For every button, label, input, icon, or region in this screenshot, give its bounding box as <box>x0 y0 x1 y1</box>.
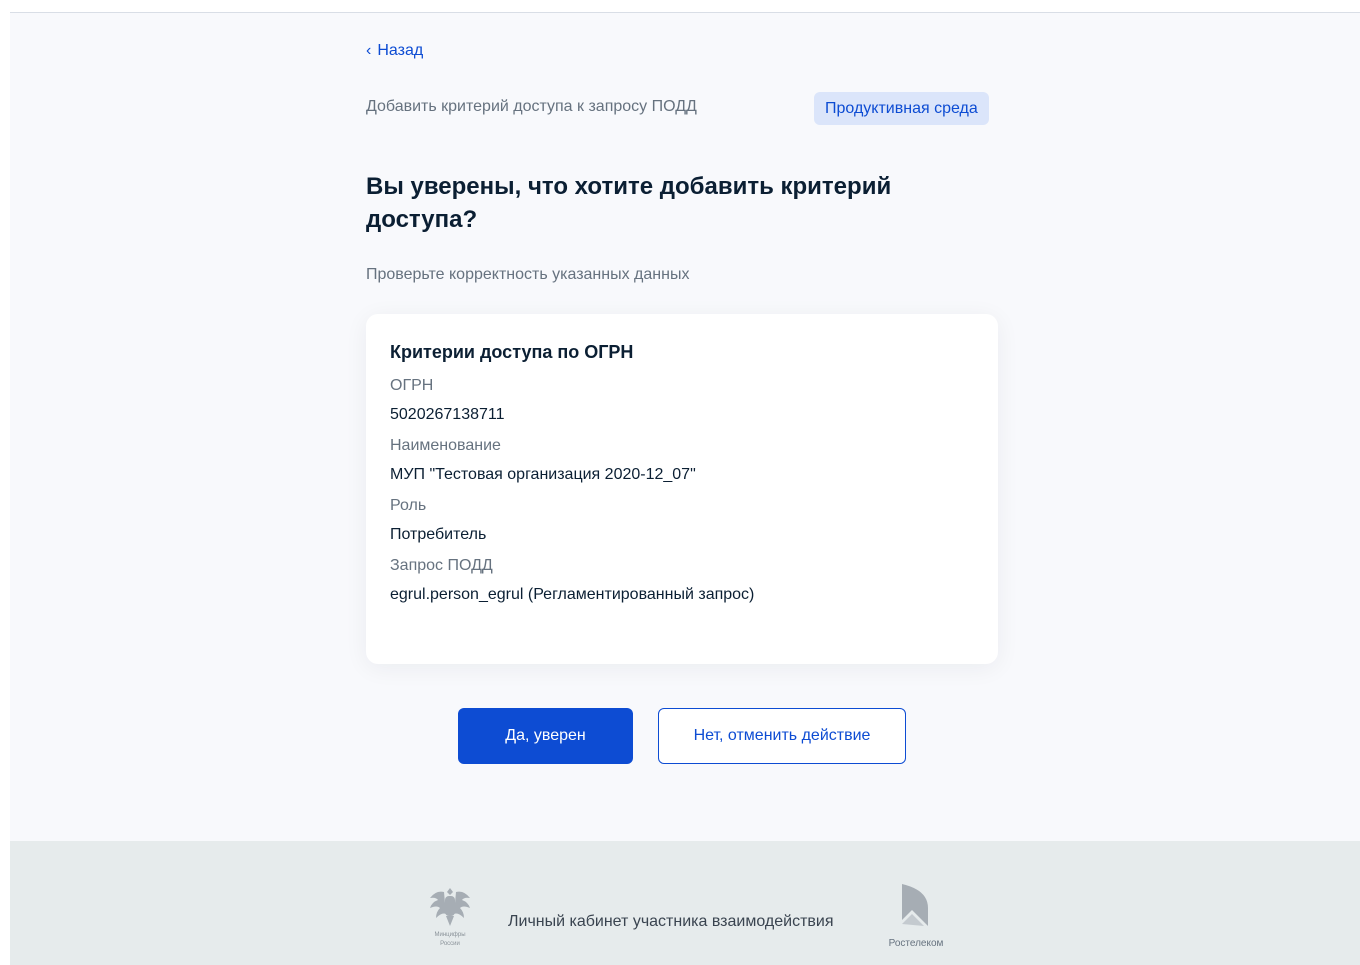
rostelecom-icon <box>902 884 928 926</box>
mintsifry-logo: Минцифры России <box>422 882 478 952</box>
name-value: МУП "Тестовая организация 2020-12_07" <box>390 466 696 483</box>
cancel-button[interactable]: Нет, отменить действие <box>658 708 906 764</box>
footer <box>10 841 1360 965</box>
podd-request-label: Запрос ПОДД <box>390 557 493 574</box>
ogrn-label: ОГРН <box>390 377 434 394</box>
ogrn-value: 5020267138711 <box>390 406 505 423</box>
card-title: Критерии доступа по ОГРН <box>390 342 634 362</box>
eagle-emblem-icon <box>430 888 470 926</box>
name-label: Наименование <box>390 437 501 454</box>
page-title: Вы уверены, что хотите добавить критерий… <box>366 173 892 233</box>
page-hint: Проверьте корректность указанных данных <box>366 266 690 283</box>
role-value: Потребитель <box>390 526 487 543</box>
emblem-caption-1: Минцифры <box>434 932 466 938</box>
rostelecom-logo: Ростелеком <box>876 880 956 956</box>
access-criteria-card: Критерии доступа по ОГРН ОГРН 5020267138… <box>366 314 998 664</box>
confirm-button[interactable]: Да, уверен <box>458 708 633 764</box>
role-label: Роль <box>390 497 427 514</box>
rostelecom-caption: Ростелеком <box>888 938 944 949</box>
back-link[interactable]: ‹ Назад <box>366 42 423 60</box>
podd-request-value: egrul.person_egrul (Регламентированный з… <box>390 586 755 603</box>
chevron-left-icon: ‹ <box>366 42 372 59</box>
emblem-caption-2: России <box>440 941 460 947</box>
page-subheader: Добавить критерий доступа к запросу ПОДД <box>366 98 697 115</box>
back-link-label: Назад <box>377 42 424 59</box>
footer-text: Личный кабинет участника взаимодействия <box>508 913 834 930</box>
environment-badge: Продуктивная среда <box>814 92 989 125</box>
